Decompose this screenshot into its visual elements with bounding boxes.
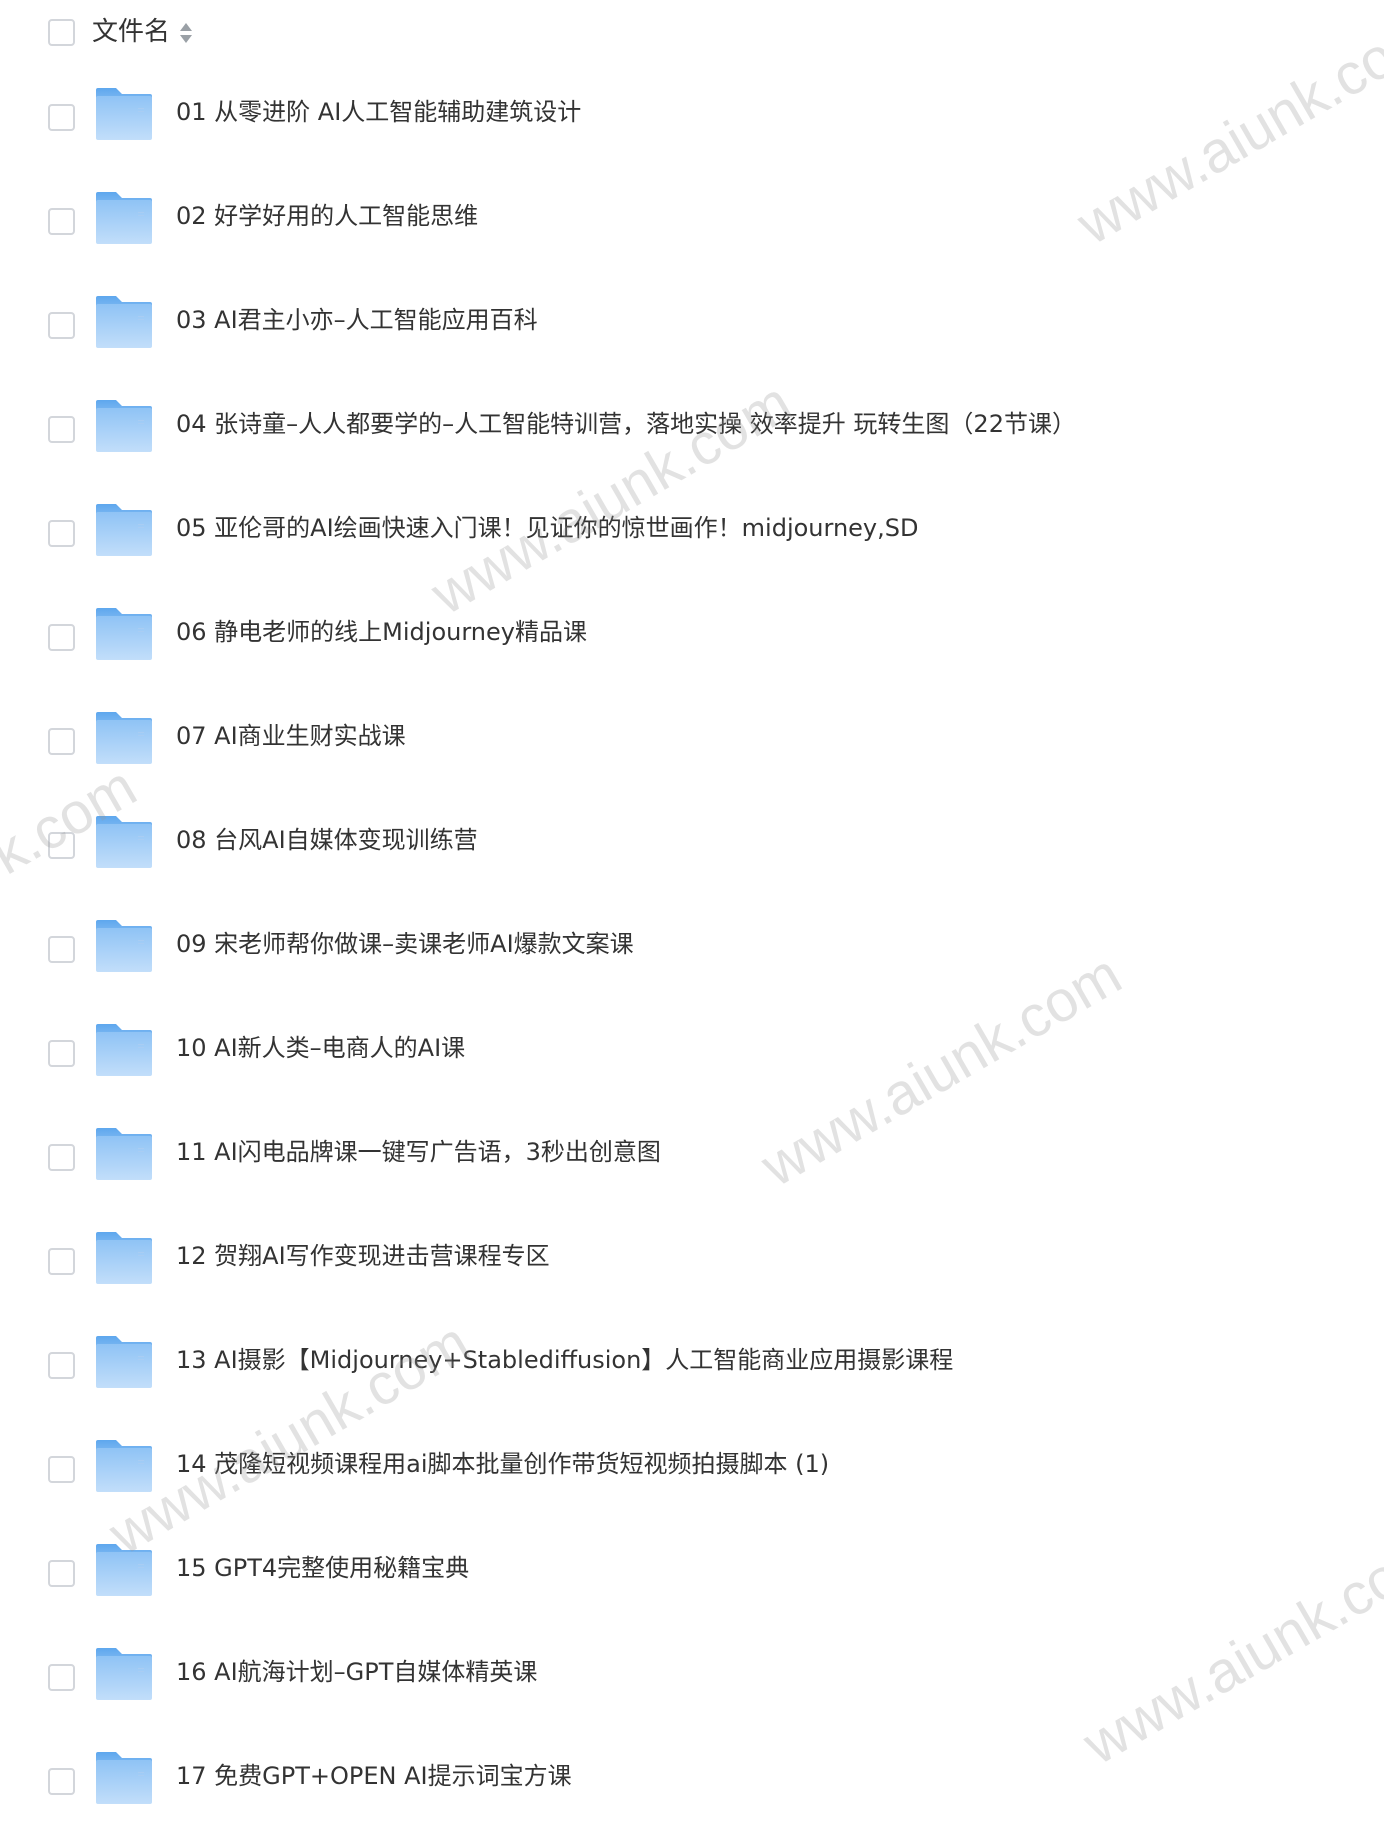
folder-name[interactable]: 15 GPT4完整使用秘籍宝典 [176, 1550, 469, 1586]
list-item[interactable]: 06 静电老师的线上Midjourney精品课 [0, 584, 1384, 688]
row-checkbox[interactable] [48, 1248, 75, 1275]
folder-icon[interactable] [94, 1438, 154, 1494]
list-item[interactable]: 02 好学好用的人工智能思维 [0, 168, 1384, 272]
folder-name[interactable]: 14 茂隆短视频课程用ai脚本批量创作带货短视频拍摄脚本 (1) [176, 1446, 829, 1482]
folder-icon[interactable] [94, 1022, 154, 1078]
list-item[interactable]: 10 AI新人类–电商人的AI课 [0, 1000, 1384, 1104]
list-item[interactable]: 01 从零进阶 AI人工智能辅助建筑设计 [0, 64, 1384, 168]
row-checkbox[interactable] [48, 104, 75, 131]
list-item[interactable]: 14 茂隆短视频课程用ai脚本批量创作带货短视频拍摄脚本 (1) [0, 1416, 1384, 1520]
row-checkbox[interactable] [48, 624, 75, 651]
row-checkbox[interactable] [48, 1040, 75, 1067]
list-item[interactable]: 05 亚伦哥的AI绘画快速入门课！见证你的惊世画作！midjourney,SD [0, 480, 1384, 584]
row-checkbox[interactable] [48, 312, 75, 339]
folder-name[interactable]: 02 好学好用的人工智能思维 [176, 198, 478, 234]
list-item[interactable]: 07 AI商业生财实战课 [0, 688, 1384, 792]
folder-name[interactable]: 13 AI摄影【Midjourney+Stablediffusion】人工智能商… [176, 1342, 953, 1378]
list-item[interactable]: 13 AI摄影【Midjourney+Stablediffusion】人工智能商… [0, 1312, 1384, 1416]
folder-name[interactable]: 12 贺翔AI写作变现进击营课程专区 [176, 1238, 550, 1274]
row-checkbox[interactable] [48, 1352, 75, 1379]
row-checkbox[interactable] [48, 520, 75, 547]
folder-icon[interactable] [94, 86, 154, 142]
folder-name[interactable]: 11 AI闪电品牌课一键写广告语，3秒出创意图 [176, 1134, 661, 1170]
list-item[interactable]: 15 GPT4完整使用秘籍宝典 [0, 1520, 1384, 1624]
folder-name[interactable]: 16 AI航海计划–GPT自媒体精英课 [176, 1654, 537, 1690]
folder-name[interactable]: 07 AI商业生财实战课 [176, 718, 406, 754]
folder-icon[interactable] [94, 398, 154, 454]
folder-name[interactable]: 05 亚伦哥的AI绘画快速入门课！见证你的惊世画作！midjourney,SD [176, 510, 918, 546]
row-checkbox[interactable] [48, 936, 75, 963]
folder-icon[interactable] [94, 710, 154, 766]
list-item[interactable]: 08 台风AI自媒体变现训练营 [0, 792, 1384, 896]
folder-icon[interactable] [94, 1750, 154, 1806]
row-checkbox[interactable] [48, 1144, 75, 1171]
list-item[interactable]: 03 AI君主小亦–人工智能应用百科 [0, 272, 1384, 376]
folder-icon[interactable] [94, 1230, 154, 1286]
folder-icon[interactable] [94, 1542, 154, 1598]
folder-icon[interactable] [94, 1334, 154, 1390]
folder-name[interactable]: 09 宋老师帮你做课–卖课老师AI爆款文案课 [176, 926, 634, 962]
select-all-checkbox[interactable] [48, 19, 75, 46]
row-checkbox[interactable] [48, 1560, 75, 1587]
file-list: 01 从零进阶 AI人工智能辅助建筑设计 02 好学好用的人工智能思维 03 AI君… [0, 64, 1384, 1832]
folder-icon[interactable] [94, 294, 154, 350]
folder-name[interactable]: 01 从零进阶 AI人工智能辅助建筑设计 [176, 94, 581, 130]
folder-name[interactable]: 04 张诗童–人人都要学的–人工智能特训营，落地实操 效率提升 玩转生图（22节… [176, 406, 1076, 442]
column-header-filename[interactable]: 文件名 [92, 14, 170, 50]
list-item[interactable]: 12 贺翔AI写作变现进击营课程专区 [0, 1208, 1384, 1312]
folder-icon[interactable] [94, 1646, 154, 1702]
list-item[interactable]: 11 AI闪电品牌课一键写广告语，3秒出创意图 [0, 1104, 1384, 1208]
list-item[interactable]: 17 免费GPT+OPEN AI提示词宝方课 [0, 1728, 1384, 1832]
list-item[interactable]: 04 张诗童–人人都要学的–人工智能特训营，落地实操 效率提升 玩转生图（22节… [0, 376, 1384, 480]
row-checkbox[interactable] [48, 1456, 75, 1483]
row-checkbox[interactable] [48, 208, 75, 235]
row-checkbox[interactable] [48, 416, 75, 443]
row-checkbox[interactable] [48, 728, 75, 755]
folder-icon[interactable] [94, 814, 154, 870]
folder-icon[interactable] [94, 502, 154, 558]
file-list-header: 文件名 [0, 0, 1384, 64]
row-checkbox[interactable] [48, 1664, 75, 1691]
row-checkbox[interactable] [48, 1768, 75, 1795]
row-checkbox[interactable] [48, 832, 75, 859]
folder-name[interactable]: 10 AI新人类–电商人的AI课 [176, 1030, 465, 1066]
folder-icon[interactable] [94, 1126, 154, 1182]
folder-name[interactable]: 08 台风AI自媒体变现训练营 [176, 822, 478, 858]
list-item[interactable]: 09 宋老师帮你做课–卖课老师AI爆款文案课 [0, 896, 1384, 1000]
folder-name[interactable]: 06 静电老师的线上Midjourney精品课 [176, 614, 587, 650]
folder-icon[interactable] [94, 918, 154, 974]
folder-name[interactable]: 17 免费GPT+OPEN AI提示词宝方课 [176, 1758, 572, 1794]
folder-icon[interactable] [94, 190, 154, 246]
folder-name[interactable]: 03 AI君主小亦–人工智能应用百科 [176, 302, 538, 338]
sort-icon[interactable] [178, 21, 194, 45]
list-item[interactable]: 16 AI航海计划–GPT自媒体精英课 [0, 1624, 1384, 1728]
folder-icon[interactable] [94, 606, 154, 662]
